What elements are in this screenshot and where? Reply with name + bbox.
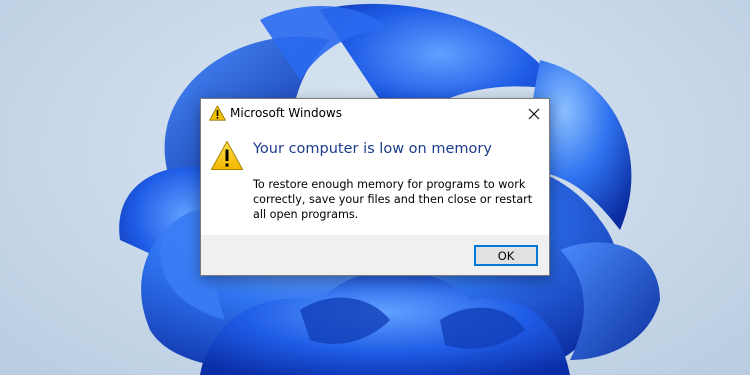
low-memory-dialog: Microsoft Windows Your computer is low o…	[200, 98, 550, 276]
main-instruction: Your computer is low on memory	[253, 141, 492, 157]
ok-button[interactable]: OK	[474, 245, 538, 266]
close-button[interactable]	[519, 99, 549, 128]
dialog-titlebar: Microsoft Windows	[201, 99, 549, 128]
warning-icon	[209, 105, 226, 121]
dialog-content: Your computer is low on memory To restor…	[201, 128, 549, 235]
close-icon	[528, 108, 540, 119]
warning-icon	[210, 141, 244, 170]
desktop: Microsoft Windows Your computer is low o…	[0, 0, 750, 375]
dialog-body-text: To restore enough memory for programs to…	[253, 178, 533, 221]
dialog-title: Microsoft Windows	[230, 106, 342, 120]
dialog-footer: OK	[201, 235, 549, 275]
